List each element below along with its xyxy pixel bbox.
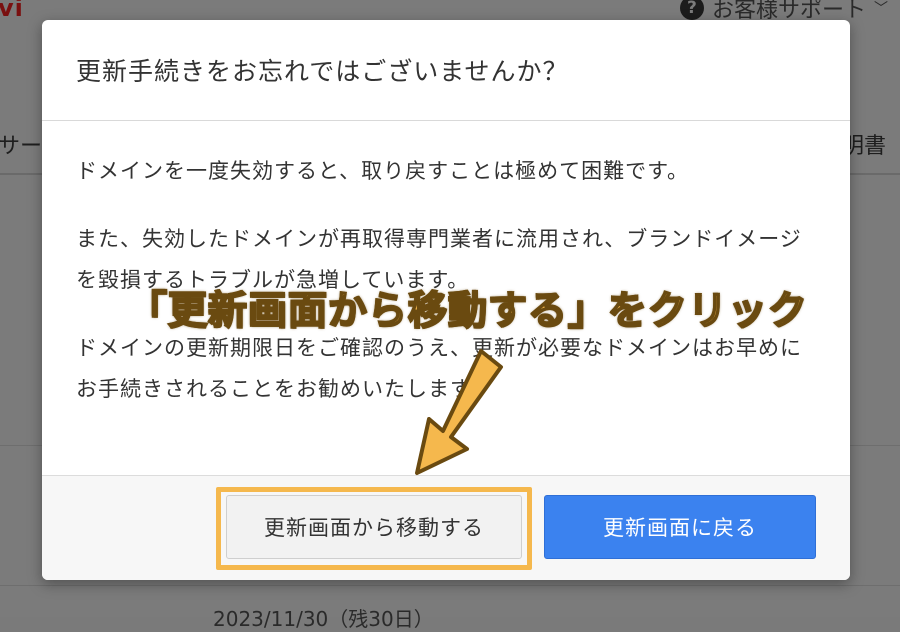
pointer-arrow-icon: [415, 349, 503, 475]
dialog-header: 更新手続きをお忘れではございませんか？: [42, 20, 850, 121]
chevron-down-icon: ﹀: [874, 1, 888, 17]
expiry-date-fragment: 2023/11/30（残30日）: [213, 607, 434, 631]
dialog-paragraph: ドメインを一度失効すると、取り戻すことは極めて困難です。: [76, 159, 690, 183]
tutorial-highlight-box: [216, 487, 532, 570]
divider: [0, 585, 900, 586]
tutorial-annotation: 「更新画面から移動する」をクリック: [127, 288, 809, 335]
help-icon: ?: [679, 0, 704, 20]
site-logo-fragment: vi: [0, 0, 24, 22]
return-to-renewal-button[interactable]: 更新画面に戻る: [544, 495, 816, 559]
dialog-title: 更新手続きをお忘れではございませんか？: [76, 57, 569, 86]
